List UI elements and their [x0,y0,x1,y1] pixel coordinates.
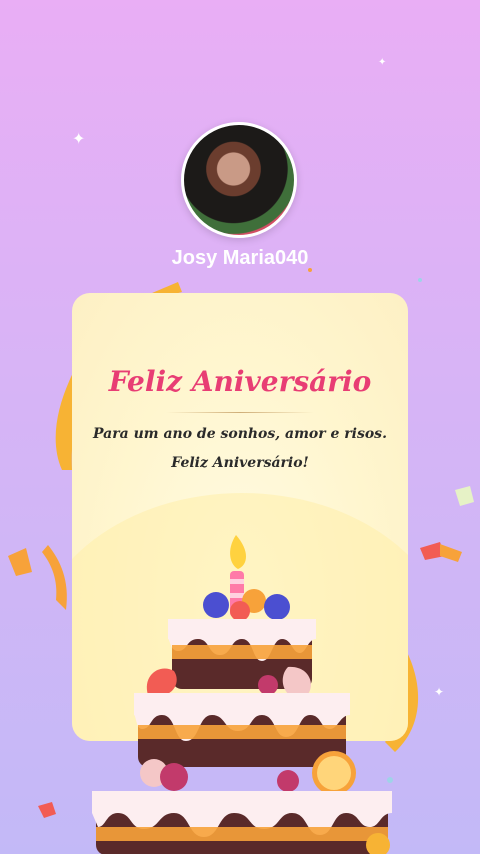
title-divider [166,412,314,413]
card-message-line-1: Para um ano de sonhos, amor e risos. [93,426,387,442]
card-message-line-2: Feliz Aniversário! [171,455,309,471]
birthday-cake-illustration [92,535,392,854]
card-title: Feliz Aniversário [108,365,372,398]
